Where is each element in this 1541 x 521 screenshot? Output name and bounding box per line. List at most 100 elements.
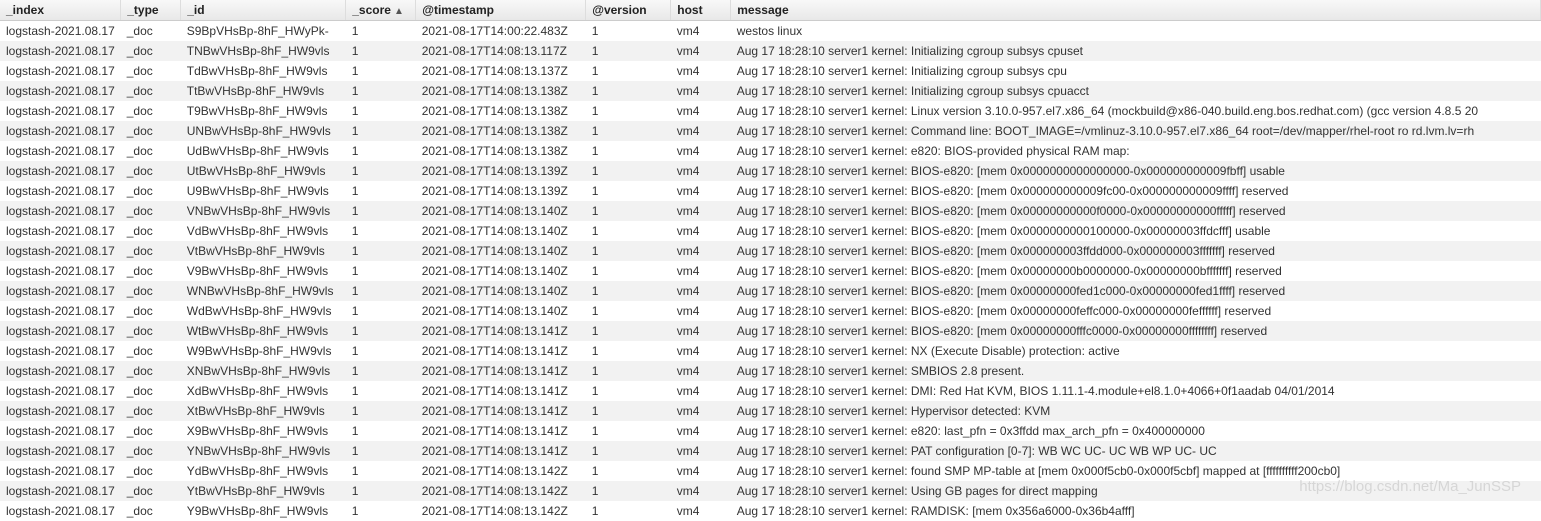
table-row[interactable]: logstash-2021.08.17_docYtBwVHsBp-8hF_HW9… xyxy=(0,481,1541,501)
cell-id: YNBwVHsBp-8hF_HW9vls xyxy=(181,441,346,461)
cell-index: logstash-2021.08.17 xyxy=(0,201,121,221)
table-row[interactable]: logstash-2021.08.17_docW9BwVHsBp-8hF_HW9… xyxy=(0,341,1541,361)
cell-host: vm4 xyxy=(671,301,731,321)
table-row[interactable]: logstash-2021.08.17_docS9BpVHsBp-8hF_HWy… xyxy=(0,21,1541,42)
column-header-version[interactable]: @version xyxy=(586,0,671,21)
cell-message: Aug 17 18:28:10 server1 kernel: BIOS-e82… xyxy=(731,241,1541,261)
sort-ascending-icon: ▲ xyxy=(394,6,404,17)
cell-type: _doc xyxy=(121,401,181,421)
column-header-message[interactable]: message xyxy=(731,0,1541,21)
cell-ts: 2021-08-17T14:08:13.140Z xyxy=(416,201,586,221)
table-row[interactable]: logstash-2021.08.17_docWdBwVHsBp-8hF_HW9… xyxy=(0,301,1541,321)
cell-type: _doc xyxy=(121,421,181,441)
cell-type: _doc xyxy=(121,21,181,42)
table-row[interactable]: logstash-2021.08.17_docWNBwVHsBp-8hF_HW9… xyxy=(0,281,1541,301)
cell-ts: 2021-08-17T14:08:13.141Z xyxy=(416,381,586,401)
cell-message: Aug 17 18:28:10 server1 kernel: BIOS-e82… xyxy=(731,221,1541,241)
table-row[interactable]: logstash-2021.08.17_docTtBwVHsBp-8hF_HW9… xyxy=(0,81,1541,101)
cell-ts: 2021-08-17T14:00:22.483Z xyxy=(416,21,586,42)
cell-score: 1 xyxy=(346,461,416,481)
cell-type: _doc xyxy=(121,181,181,201)
table-row[interactable]: logstash-2021.08.17_docXdBwVHsBp-8hF_HW9… xyxy=(0,381,1541,401)
cell-id: UdBwVHsBp-8hF_HW9vls xyxy=(181,141,346,161)
cell-message: Aug 17 18:28:10 server1 kernel: BIOS-e82… xyxy=(731,281,1541,301)
cell-message: Aug 17 18:28:10 server1 kernel: DMI: Red… xyxy=(731,381,1541,401)
column-header-index[interactable]: _index xyxy=(0,0,121,21)
column-header-score[interactable]: _score▲ xyxy=(346,0,416,21)
table-row[interactable]: logstash-2021.08.17_docXNBwVHsBp-8hF_HW9… xyxy=(0,361,1541,381)
table-row[interactable]: logstash-2021.08.17_docY9BwVHsBp-8hF_HW9… xyxy=(0,501,1541,521)
table-row[interactable]: logstash-2021.08.17_docVtBwVHsBp-8hF_HW9… xyxy=(0,241,1541,261)
table-row[interactable]: logstash-2021.08.17_docUdBwVHsBp-8hF_HW9… xyxy=(0,141,1541,161)
table-row[interactable]: logstash-2021.08.17_docTNBwVHsBp-8hF_HW9… xyxy=(0,41,1541,61)
cell-version: 1 xyxy=(586,261,671,281)
cell-ts: 2021-08-17T14:08:13.117Z xyxy=(416,41,586,61)
cell-type: _doc xyxy=(121,101,181,121)
cell-type: _doc xyxy=(121,461,181,481)
cell-type: _doc xyxy=(121,61,181,81)
table-row[interactable]: logstash-2021.08.17_docVdBwVHsBp-8hF_HW9… xyxy=(0,221,1541,241)
table-row[interactable]: logstash-2021.08.17_docXtBwVHsBp-8hF_HW9… xyxy=(0,401,1541,421)
cell-ts: 2021-08-17T14:08:13.141Z xyxy=(416,341,586,361)
column-header-id[interactable]: _id xyxy=(181,0,346,21)
cell-message: Aug 17 18:28:10 server1 kernel: Hypervis… xyxy=(731,401,1541,421)
cell-message: Aug 17 18:28:10 server1 kernel: Initiali… xyxy=(731,41,1541,61)
table-row[interactable]: logstash-2021.08.17_docTdBwVHsBp-8hF_HW9… xyxy=(0,61,1541,81)
table-row[interactable]: logstash-2021.08.17_docUNBwVHsBp-8hF_HW9… xyxy=(0,121,1541,141)
table-row[interactable]: logstash-2021.08.17_docUtBwVHsBp-8hF_HW9… xyxy=(0,161,1541,181)
cell-index: logstash-2021.08.17 xyxy=(0,441,121,461)
cell-host: vm4 xyxy=(671,81,731,101)
cell-version: 1 xyxy=(586,401,671,421)
table-row[interactable]: logstash-2021.08.17_docVNBwVHsBp-8hF_HW9… xyxy=(0,201,1541,221)
cell-type: _doc xyxy=(121,41,181,61)
cell-version: 1 xyxy=(586,341,671,361)
column-header-host[interactable]: host xyxy=(671,0,731,21)
cell-version: 1 xyxy=(586,81,671,101)
cell-score: 1 xyxy=(346,321,416,341)
cell-index: logstash-2021.08.17 xyxy=(0,381,121,401)
column-header-type[interactable]: _type xyxy=(121,0,181,21)
cell-host: vm4 xyxy=(671,501,731,521)
cell-host: vm4 xyxy=(671,221,731,241)
table-row[interactable]: logstash-2021.08.17_docX9BwVHsBp-8hF_HW9… xyxy=(0,421,1541,441)
cell-type: _doc xyxy=(121,361,181,381)
table-row[interactable]: logstash-2021.08.17_docWtBwVHsBp-8hF_HW9… xyxy=(0,321,1541,341)
cell-host: vm4 xyxy=(671,361,731,381)
cell-index: logstash-2021.08.17 xyxy=(0,281,121,301)
cell-type: _doc xyxy=(121,381,181,401)
cell-message: Aug 17 18:28:10 server1 kernel: e820: BI… xyxy=(731,141,1541,161)
cell-message: Aug 17 18:28:10 server1 kernel: BIOS-e82… xyxy=(731,181,1541,201)
table-row[interactable]: logstash-2021.08.17_docYdBwVHsBp-8hF_HW9… xyxy=(0,461,1541,481)
column-header-timestamp[interactable]: @timestamp xyxy=(416,0,586,21)
cell-id: TNBwVHsBp-8hF_HW9vls xyxy=(181,41,346,61)
cell-type: _doc xyxy=(121,441,181,461)
cell-score: 1 xyxy=(346,241,416,261)
cell-type: _doc xyxy=(121,201,181,221)
cell-host: vm4 xyxy=(671,461,731,481)
cell-ts: 2021-08-17T14:08:13.138Z xyxy=(416,121,586,141)
cell-type: _doc xyxy=(121,501,181,521)
cell-score: 1 xyxy=(346,421,416,441)
cell-id: WdBwVHsBp-8hF_HW9vls xyxy=(181,301,346,321)
table-row[interactable]: logstash-2021.08.17_docYNBwVHsBp-8hF_HW9… xyxy=(0,441,1541,461)
table-row[interactable]: logstash-2021.08.17_docU9BwVHsBp-8hF_HW9… xyxy=(0,181,1541,201)
cell-id: XtBwVHsBp-8hF_HW9vls xyxy=(181,401,346,421)
cell-version: 1 xyxy=(586,281,671,301)
cell-id: VNBwVHsBp-8hF_HW9vls xyxy=(181,201,346,221)
cell-message: Aug 17 18:28:10 server1 kernel: found SM… xyxy=(731,461,1541,481)
cell-message: Aug 17 18:28:10 server1 kernel: BIOS-e82… xyxy=(731,161,1541,181)
cell-message: Aug 17 18:28:10 server1 kernel: Using GB… xyxy=(731,481,1541,501)
cell-index: logstash-2021.08.17 xyxy=(0,61,121,81)
table-row[interactable]: logstash-2021.08.17_docT9BwVHsBp-8hF_HW9… xyxy=(0,101,1541,121)
cell-host: vm4 xyxy=(671,381,731,401)
cell-score: 1 xyxy=(346,101,416,121)
cell-message: Aug 17 18:28:10 server1 kernel: Command … xyxy=(731,121,1541,141)
cell-version: 1 xyxy=(586,141,671,161)
cell-ts: 2021-08-17T14:08:13.140Z xyxy=(416,221,586,241)
cell-host: vm4 xyxy=(671,401,731,421)
cell-message: Aug 17 18:28:10 server1 kernel: RAMDISK:… xyxy=(731,501,1541,521)
cell-id: XdBwVHsBp-8hF_HW9vls xyxy=(181,381,346,401)
table-row[interactable]: logstash-2021.08.17_docV9BwVHsBp-8hF_HW9… xyxy=(0,261,1541,281)
cell-host: vm4 xyxy=(671,201,731,221)
cell-index: logstash-2021.08.17 xyxy=(0,241,121,261)
